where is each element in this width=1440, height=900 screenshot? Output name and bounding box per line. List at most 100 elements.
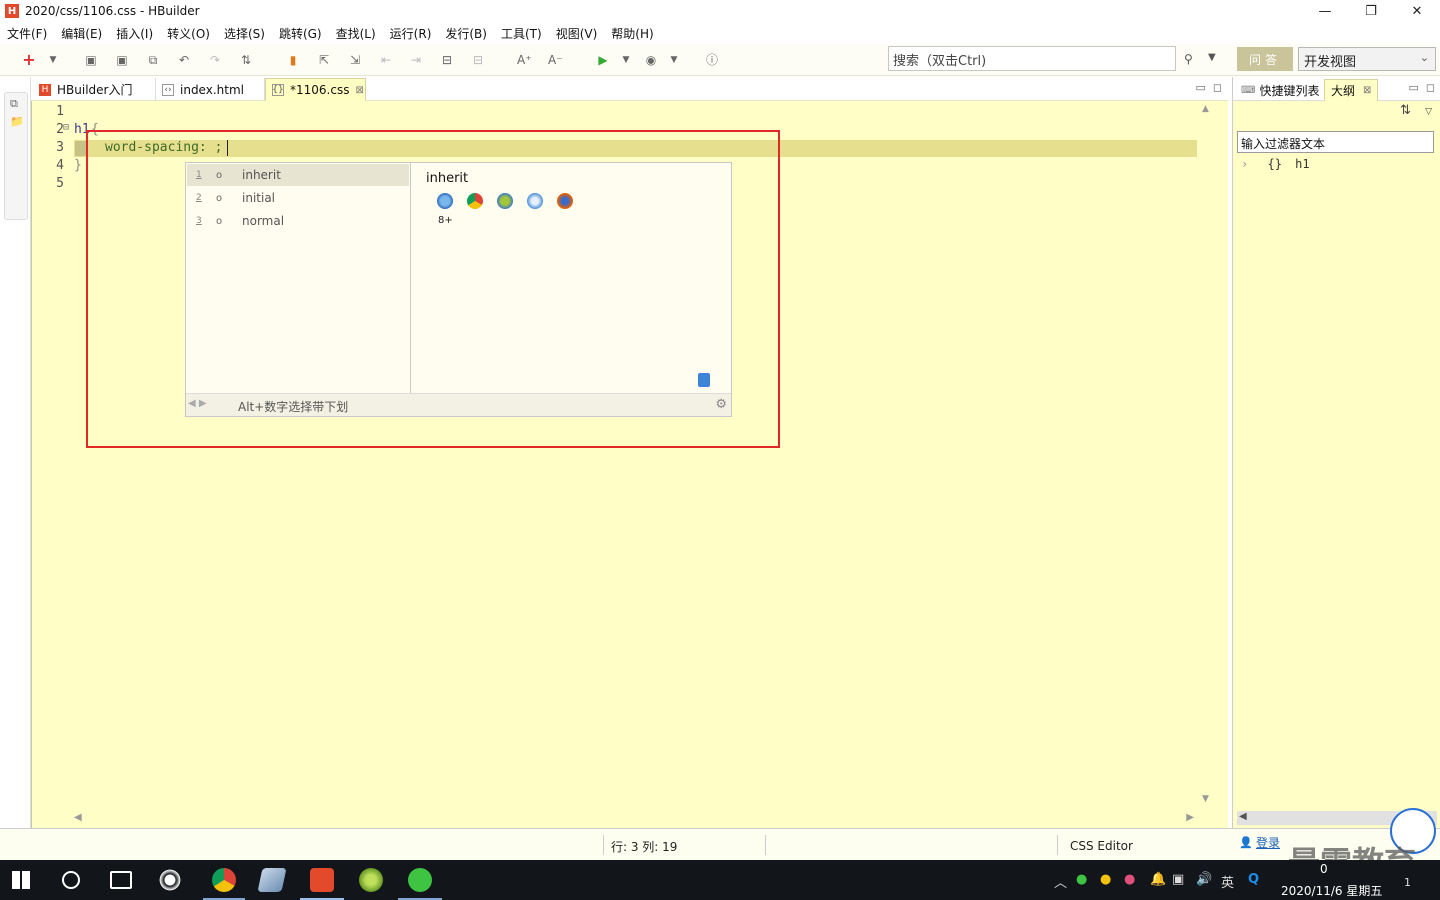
bookmark-icon[interactable]: ▮ [286, 53, 300, 67]
wechat-tray-icon[interactable]: ● [1076, 872, 1087, 887]
tab-index-html[interactable]: ‹› index.html [156, 78, 265, 101]
outdent-icon[interactable]: ⇤ [379, 53, 393, 67]
windows-start-icon[interactable] [12, 871, 30, 889]
search-icon[interactable]: ⚲ [1184, 52, 1193, 66]
qa-button[interactable]: 问答 [1237, 47, 1293, 71]
scroll-left-icon[interactable]: ◀ [1239, 811, 1247, 822]
login-link[interactable]: 登录 [1256, 834, 1280, 851]
notification-bell-icon[interactable]: 🔔 [1150, 872, 1166, 887]
tab-outline[interactable]: 大纲 ⊠ [1324, 79, 1379, 101]
revert-icon[interactable]: ⧉ [146, 53, 160, 67]
view-select[interactable]: 开发视图 ⌄ [1298, 47, 1436, 71]
format-icon[interactable]: ⇅ [239, 53, 253, 67]
task-view-icon[interactable] [110, 871, 132, 889]
menu-insert[interactable]: 插入(I) [116, 25, 153, 42]
outline-tree: › {} h1 [1241, 157, 1310, 171]
view-menu-icon[interactable]: ▽ [1425, 107, 1432, 117]
menu-select[interactable]: 选择(S) [224, 25, 265, 42]
scroll-right-icon[interactable]: ▶ [1186, 812, 1194, 823]
run-dropdown-icon[interactable]: ▼ [619, 53, 633, 67]
green-app-icon[interactable] [359, 868, 383, 892]
history-nav-icon[interactable]: ◀ ▶ [188, 398, 207, 409]
editor-view-controls[interactable]: ▭ ◻ [1195, 81, 1222, 94]
menu-tools[interactable]: 工具(T) [501, 25, 542, 42]
horizontal-scrollbar[interactable]: ◀ ▶ [74, 812, 1194, 826]
menu-goto[interactable]: 跳转(G) [279, 25, 322, 42]
menu-file[interactable]: 文件(F) [7, 25, 47, 42]
close-tab-icon[interactable]: ⊠ [355, 85, 363, 96]
font-decrease-icon[interactable]: A⁻ [548, 53, 563, 67]
restore-icon[interactable]: ⧉ [10, 97, 18, 111]
outline-filter-input[interactable]: 输入过滤器文本 [1237, 131, 1434, 153]
menu-publish[interactable]: 发行(B) [445, 25, 487, 42]
tray-date[interactable]: 2020/11/6 星期五 [1281, 882, 1382, 899]
editor-type: CSS Editor [1070, 839, 1133, 853]
uncomment-icon[interactable]: ⊟ [471, 53, 485, 67]
outline-panel: ⌨ 快捷键列表 大纲 ⊠ ▭ ◻ ⇅ ▽ 输入过滤器文本 › {} h1 ◀ [1232, 77, 1440, 828]
tab-shortcut-list[interactable]: ⌨ 快捷键列表 [1235, 79, 1325, 101]
notepad-icon[interactable] [257, 868, 287, 892]
hbuilder-icon[interactable] [310, 868, 334, 892]
search-icon[interactable] [62, 871, 80, 889]
undo-icon[interactable]: ↶ [177, 53, 191, 67]
menu-help[interactable]: 帮助(H) [611, 25, 653, 42]
fold-icon[interactable]: ⊟ [63, 122, 69, 133]
status-separator [603, 835, 604, 855]
menu-find[interactable]: 查找(L) [336, 25, 376, 42]
autocomplete-item[interactable]: 1 o inherit [187, 164, 409, 186]
browser-dropdown-icon[interactable]: ▼ [667, 53, 681, 67]
open-tab-icon[interactable]: ⇱ [317, 53, 331, 67]
project-explorer-icon[interactable]: 📁 [10, 115, 24, 128]
pinwheel-app-icon[interactable] [158, 868, 182, 892]
network-icon[interactable]: ▣ [1172, 872, 1184, 887]
tab-hbuilder-intro[interactable]: H HBuilder入门 [33, 78, 156, 101]
comment-icon[interactable]: ⊟ [440, 53, 454, 67]
gear-icon[interactable]: ⚙ [715, 397, 727, 412]
autocomplete-item[interactable]: 2 o initial [187, 187, 409, 209]
window-controls: — ❐ ✕ [1302, 0, 1440, 22]
help-book-icon[interactable] [698, 373, 710, 387]
save-icon[interactable]: ▣ [84, 53, 98, 67]
new-dropdown-icon[interactable]: ▼ [46, 53, 60, 67]
scroll-down-icon[interactable]: ▼ [1202, 794, 1209, 804]
font-increase-icon[interactable]: A⁺ [517, 53, 532, 67]
tree-item-h1[interactable]: h1 [1295, 157, 1309, 171]
tab-1106-css[interactable]: {} *1106.css ⊠ [265, 78, 366, 101]
menu-run[interactable]: 运行(R) [390, 25, 432, 42]
wechat-icon[interactable] [408, 868, 432, 892]
notification-count[interactable]: 1 [1404, 876, 1411, 889]
ie-icon [437, 193, 453, 209]
volume-icon[interactable]: 🔊 [1196, 872, 1212, 887]
tray-expand-icon[interactable]: ︿ [1054, 872, 1067, 891]
close-tab-icon[interactable]: ⊠ [1363, 85, 1371, 96]
qq-alt-tray-icon[interactable]: ● [1124, 872, 1135, 887]
autocomplete-item[interactable]: 3 o normal [187, 210, 409, 232]
import-icon[interactable]: ⇲ [348, 53, 362, 67]
search-input[interactable]: 搜索（双击Ctrl) [888, 46, 1176, 71]
scroll-up-icon[interactable]: ▲ [1202, 104, 1209, 114]
panel-view-controls[interactable]: ▭ ◻ [1408, 81, 1435, 94]
minimize-button[interactable]: — [1302, 0, 1348, 22]
info-icon[interactable]: ⓘ [705, 53, 719, 67]
run-icon[interactable]: ▶ [596, 53, 610, 67]
indent-icon[interactable]: ⇥ [409, 53, 423, 67]
vertical-scrollbar[interactable]: ▲ ▼ [1200, 104, 1212, 804]
close-button[interactable]: ✕ [1394, 0, 1440, 22]
search-dropdown-icon[interactable]: ▼ [1208, 52, 1216, 63]
redo-icon[interactable]: ↷ [208, 53, 222, 67]
new-file-icon[interactable]: + [22, 52, 36, 68]
save-all-icon[interactable]: ▣ [115, 53, 129, 67]
menu-view[interactable]: 视图(V) [556, 25, 598, 42]
ime-indicator[interactable]: 英 [1221, 872, 1234, 891]
menu-escape[interactable]: 转义(O) [167, 25, 210, 42]
browser-icon[interactable]: ◉ [644, 53, 658, 67]
tray-time[interactable]: 0 [1320, 862, 1328, 876]
chevron-right-icon[interactable]: › [1241, 157, 1248, 171]
qq-tray-icon[interactable]: ● [1100, 872, 1111, 887]
maximize-button[interactable]: ❐ [1348, 0, 1394, 22]
scroll-left-icon[interactable]: ◀ [74, 812, 82, 823]
menu-edit[interactable]: 编辑(E) [61, 25, 102, 42]
q-app-tray-icon[interactable]: Q [1248, 872, 1259, 887]
chrome-icon[interactable] [212, 868, 236, 892]
sort-icon[interactable]: ⇅ [1400, 103, 1411, 118]
